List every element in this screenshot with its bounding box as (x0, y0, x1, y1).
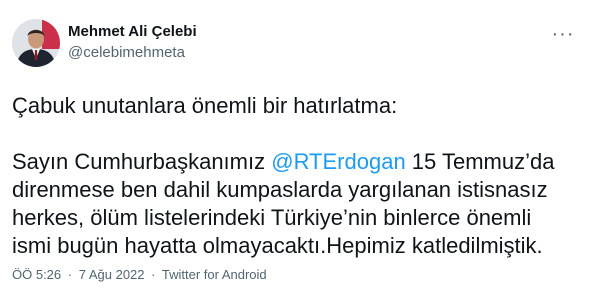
tweet-text-line: Sayın Cumhurbaşkanımız @RTErdogan 15 Tem… (12, 148, 582, 176)
mention-link[interactable]: @RTErdogan (271, 149, 405, 174)
tweet-text-fragment: Sayın Cumhurbaşkanımız (12, 149, 272, 174)
more-options-button[interactable]: ··· (549, 22, 577, 46)
author-handle[interactable]: @celebimehmeta (68, 43, 197, 62)
tweet-text: Çabuk unutanlara önemli bir hatırlatma: … (12, 92, 582, 260)
author-block[interactable]: Mehmet Ali Çelebi @celebimehmeta (68, 22, 197, 62)
tweet-text-fragment: 15 Temmuz’da (405, 149, 555, 174)
tweet-date[interactable]: 7 Ağu 2022 (79, 267, 145, 282)
avatar-image (12, 19, 60, 67)
author-display-name[interactable]: Mehmet Ali Çelebi (68, 22, 197, 41)
tweet-time[interactable]: ÖÖ 5:26 (12, 267, 61, 282)
meta-separator: · (151, 267, 156, 282)
tweet-text-line: ismi bugün hayatta olmayacaktı.Hepimiz k… (12, 233, 543, 258)
tweet-source-link[interactable]: Twitter for Android (162, 267, 267, 282)
tweet-text-line: Çabuk unutanlara önemli bir hatırlatma: (12, 93, 398, 118)
tweet: Mehmet Ali Çelebi @celebimehmeta ··· Çab… (0, 0, 589, 303)
more-horizontal-icon: ··· (551, 22, 575, 45)
tweet-text-line: herkes, ölüm listelerindeki Türkiye’nin … (12, 205, 532, 230)
avatar[interactable] (12, 19, 60, 67)
tweet-text-line: direnmese ben dahil kumpaslarda yargılan… (12, 177, 548, 202)
meta-separator: · (67, 267, 73, 282)
tweet-metadata: ÖÖ 5:26 · 7 Ağu 2022 · Twitter for Andro… (12, 266, 267, 283)
